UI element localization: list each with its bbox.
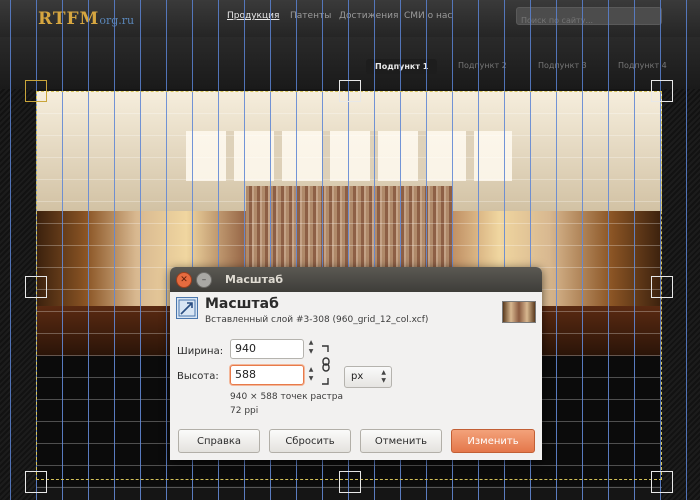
nav-item-products[interactable]: Продукция [227,11,279,21]
width-spinner[interactable]: ▲ ▼ [305,338,317,360]
site-search[interactable] [516,7,665,29]
transform-handle-mr[interactable] [651,276,673,298]
chain-link-icon[interactable] [320,344,332,386]
website-header: RTFMorg.ru Продукция Патенты Достижения … [0,0,700,37]
site-search-input[interactable] [517,12,665,29]
transform-handle-tc[interactable] [339,80,361,102]
layer-thumbnail [502,301,536,323]
nav-item-patents[interactable]: Патенты [290,11,331,21]
height-spinner[interactable]: ▲ ▼ [305,365,317,387]
size-info: 940 × 588 точек растра [230,392,344,402]
height-label: Высота: [177,371,219,382]
cancel-button[interactable]: Отменить [360,429,442,453]
subnav-item-1[interactable]: Подпункт 1 [366,59,438,74]
minimize-icon[interactable]: – [196,272,212,288]
dialog-header-subtitle: Вставленный слой #3-308 (960_grid_12_col… [205,315,429,325]
scale-tool-icon [176,297,198,319]
help-button[interactable]: Справка [178,429,260,453]
transform-handle-ml[interactable] [25,276,47,298]
subnav-item-4[interactable]: Подпункт 4 [618,61,667,70]
unit-select-arrow-icon: ▲ ▼ [381,369,386,384]
subnav-item-2[interactable]: Подпункт 2 [458,61,507,70]
transform-handle-tr[interactable] [651,80,673,102]
dialog-titlebar[interactable]: ✕ – Масштаб [170,267,542,292]
close-icon[interactable]: ✕ [176,272,192,288]
unit-select[interactable]: px ▲ ▼ [344,366,392,388]
scale-dialog: ✕ – Масштаб Масштаб Вставленный слой #3-… [170,267,542,460]
nav-item-achievements[interactable]: Достижения [339,11,398,21]
subnav-item-3[interactable]: Подпункт 3 [538,61,587,70]
change-button[interactable]: Изменить [451,429,535,453]
unit-value: px [351,371,364,382]
dialog-header-title: Масштаб [205,296,279,312]
nav-item-press[interactable]: СМИ о нас [404,11,452,21]
height-field[interactable]: 588 [230,365,304,385]
transform-handle-tl[interactable] [25,80,47,102]
transform-handle-bc[interactable] [339,471,361,493]
width-label: Ширина: [177,346,224,357]
width-field[interactable]: 940 [230,339,304,359]
resolution-info: 72 ppi [230,406,259,416]
reset-button[interactable]: Сбросить [269,429,351,453]
transform-handle-bl[interactable] [25,471,47,493]
transform-handle-br[interactable] [651,471,673,493]
window-title: Масштаб [225,273,284,286]
